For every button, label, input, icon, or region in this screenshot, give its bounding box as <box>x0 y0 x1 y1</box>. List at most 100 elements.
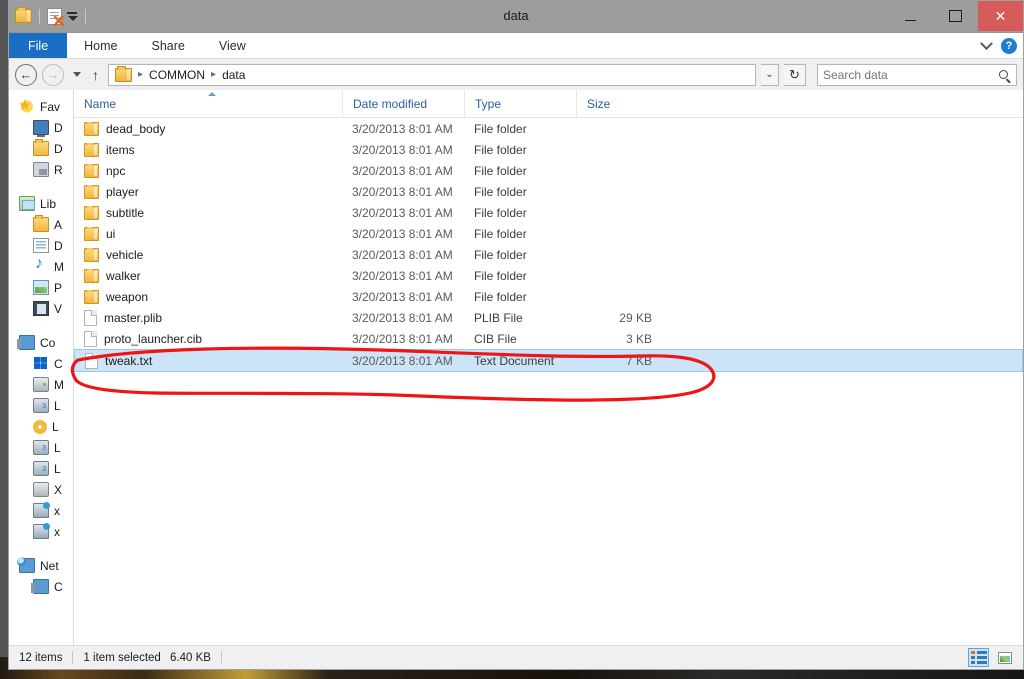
nav-item-network-computer[interactable]: C <box>9 576 73 597</box>
nav-label-network-computer: C <box>54 580 63 594</box>
ribbon-right-controls[interactable]: ? <box>982 33 1017 59</box>
back-button[interactable]: ← <box>15 64 37 86</box>
table-row[interactable]: vehicle3/20/2013 8:01 AMFile folder <box>74 244 1023 265</box>
column-label-size: Size <box>587 97 610 111</box>
cell-type: CIB File <box>464 332 576 346</box>
ribbon-tab-bar[interactable]: File Home Share View ? <box>9 33 1023 59</box>
table-row[interactable]: npc3/20/2013 8:01 AMFile folder <box>74 160 1023 181</box>
recent-locations-icon[interactable] <box>73 72 81 77</box>
forward-button[interactable]: → <box>42 64 64 86</box>
cell-name: npc <box>74 164 342 178</box>
table-row[interactable]: weapon3/20/2013 8:01 AMFile folder <box>74 286 1023 307</box>
breadcrumb-item-data[interactable]: data <box>219 68 248 82</box>
file-name-label: tweak.txt <box>105 354 152 368</box>
table-row[interactable]: tweak.txt3/20/2013 8:01 AMText Document7… <box>74 349 1023 372</box>
tab-share[interactable]: Share <box>135 33 202 58</box>
minimize-button[interactable] <box>888 1 933 31</box>
address-dropdown-icon[interactable]: ⌄ <box>761 64 779 86</box>
nav-item-drive-x[interactable]: X <box>9 479 73 500</box>
cell-size: 3 KB <box>576 332 660 346</box>
status-separator-2 <box>221 651 222 664</box>
file-rows-container: dead_body3/20/2013 8:01 AMFile folderite… <box>74 118 1023 372</box>
desktop-icon <box>33 120 49 135</box>
nav-item-music[interactable]: M <box>9 256 73 277</box>
nav-label-downloads: D <box>54 142 63 156</box>
cell-type: File folder <box>464 206 576 220</box>
cell-type: File folder <box>464 143 576 157</box>
nav-label-drive-l1: L <box>54 399 61 413</box>
nav-item-drive-m[interactable]: M <box>9 374 73 395</box>
table-row[interactable]: dead_body 3/20/2013 8:01 AMFile folder <box>74 118 1023 139</box>
table-row[interactable]: subtitle3/20/2013 8:01 AMFile folder <box>74 202 1023 223</box>
search-box[interactable] <box>817 64 1017 86</box>
table-row[interactable]: proto_launcher.cib3/20/2013 8:01 AMCIB F… <box>74 328 1023 349</box>
large-icons-view-button[interactable] <box>994 648 1015 667</box>
computer-icon <box>19 335 35 350</box>
x-drive-icon <box>33 482 49 497</box>
nav-item-c-drive[interactable]: C <box>9 353 73 374</box>
nav-label-libraries: Lib <box>40 197 56 211</box>
tab-home[interactable]: Home <box>67 33 134 58</box>
nav-label-netdrive-1: x <box>54 504 60 518</box>
close-button[interactable]: ✕ <box>978 1 1023 31</box>
cell-type: File folder <box>464 122 576 136</box>
nav-item-drive-l2[interactable]: L <box>9 437 73 458</box>
nav-label-network: Net <box>40 559 59 573</box>
tab-file[interactable]: File <box>9 33 67 58</box>
nav-item-desktop[interactable]: D <box>9 117 73 138</box>
status-selection-size: 6.40 KB <box>170 652 211 664</box>
nav-item-netdrive-2[interactable]: x <box>9 521 73 542</box>
nav-group-network[interactable]: Net <box>9 555 73 576</box>
nav-group-computer[interactable]: Co <box>9 332 73 353</box>
nav-item-documents[interactable]: D <box>9 235 73 256</box>
file-name-label: proto_launcher.cib <box>104 332 202 346</box>
table-row[interactable]: items3/20/2013 8:01 AMFile folder <box>74 139 1023 160</box>
column-header-size[interactable]: Size <box>576 90 660 118</box>
cell-date-modified: 3/20/2013 8:01 AM <box>342 122 464 136</box>
breadcrumb-item-common[interactable]: COMMON <box>146 68 208 82</box>
network-drive-icon <box>33 524 49 539</box>
nav-item-drive-l1[interactable]: L <box>9 395 73 416</box>
nav-label-desktop: D <box>54 121 63 135</box>
pictures-icon <box>33 280 49 295</box>
address-bar: ← → ↑ ▸ COMMON ▸ data ⌄ ↻ <box>9 59 1023 90</box>
nav-item-videos[interactable]: V <box>9 298 73 319</box>
navigation-pane[interactable]: Fav D D R Lib A <box>9 90 73 645</box>
nav-item-dvd-drive[interactable]: L <box>9 416 73 437</box>
nav-item-downloads[interactable]: D <box>9 138 73 159</box>
breadcrumb[interactable]: ▸ COMMON ▸ data <box>108 64 756 86</box>
table-row[interactable]: walker3/20/2013 8:01 AMFile folder <box>74 265 1023 286</box>
chevron-down-icon[interactable] <box>980 37 993 50</box>
cell-name: proto_launcher.cib <box>74 331 342 347</box>
table-row[interactable]: player3/20/2013 8:01 AMFile folder <box>74 181 1023 202</box>
nav-item-pictures[interactable]: P <box>9 277 73 298</box>
table-row[interactable]: ui3/20/2013 8:01 AMFile folder <box>74 223 1023 244</box>
file-name-label: dead_body <box>106 122 165 136</box>
search-icon[interactable] <box>999 70 1008 79</box>
window-controls[interactable]: ✕ <box>888 1 1023 31</box>
refresh-icon[interactable]: ↻ <box>784 64 806 86</box>
column-header-type[interactable]: Type <box>464 90 576 118</box>
cell-name: walker <box>74 269 342 283</box>
nav-group-libraries[interactable]: Lib <box>9 193 73 214</box>
search-input[interactable] <box>823 68 999 82</box>
nav-item-drive-l3[interactable]: L <box>9 458 73 479</box>
cell-type: PLIB File <box>464 311 576 325</box>
folder-icon <box>84 143 99 157</box>
view-mode-buttons[interactable] <box>968 648 1015 667</box>
windows-drive-icon <box>33 356 49 371</box>
tab-view[interactable]: View <box>202 33 263 58</box>
breadcrumb-folder-icon[interactable] <box>115 68 132 82</box>
help-icon[interactable]: ? <box>1001 38 1017 54</box>
nav-item-lib-a[interactable]: A <box>9 214 73 235</box>
nav-item-recent-places[interactable]: R <box>9 159 73 180</box>
column-header-name[interactable]: Name <box>74 90 342 118</box>
nav-group-favorites[interactable]: Fav <box>9 96 73 117</box>
column-header-date-modified[interactable]: Date modified <box>342 90 464 118</box>
nav-item-netdrive-1[interactable]: x <box>9 500 73 521</box>
details-view-button[interactable] <box>968 648 989 667</box>
maximize-button[interactable] <box>933 1 978 31</box>
cell-type: File folder <box>464 185 576 199</box>
table-row[interactable]: master.plib3/20/2013 8:01 AMPLIB File29 … <box>74 307 1023 328</box>
up-button[interactable]: ↑ <box>92 67 99 83</box>
